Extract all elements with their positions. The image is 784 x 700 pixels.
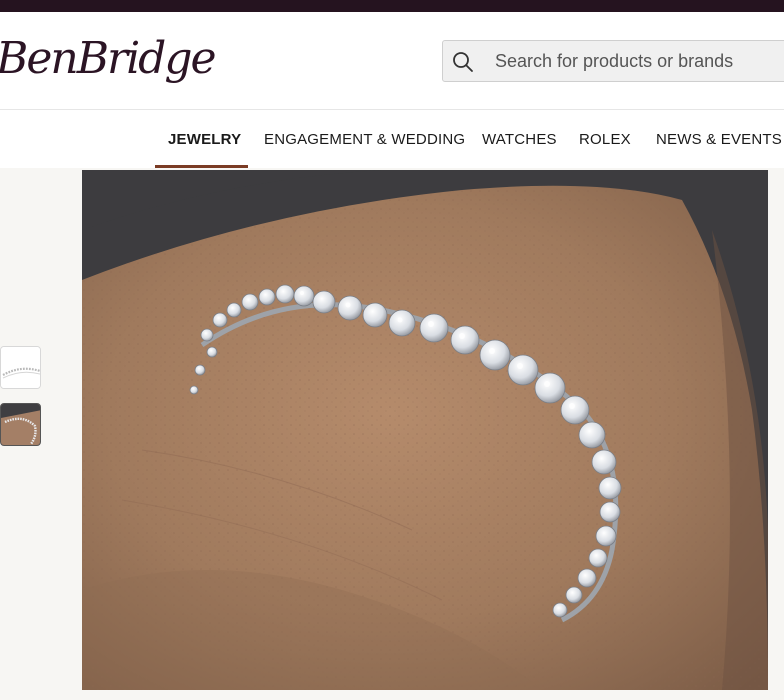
product-main-image[interactable] (82, 170, 768, 690)
search-icon[interactable] (451, 50, 475, 74)
bracelet-flat-thumbnail-icon (1, 347, 40, 388)
product-gallery (0, 168, 784, 700)
diamond-tennis-bracelet-on-wrist-photo-icon (82, 170, 768, 690)
nav-item-news-events[interactable]: NEWS & EVENTS (656, 111, 782, 168)
brand-logo[interactable]: BenBridge (0, 34, 217, 84)
bracelet-on-wrist-thumbnail-icon (1, 404, 40, 445)
nav-item-watches[interactable]: WATCHES (482, 111, 557, 168)
nav-item-rolex[interactable]: ROLEX (579, 111, 631, 168)
main-navigation: JEWELRY ENGAGEMENT & WEDDING WATCHES ROL… (0, 111, 784, 168)
thumbnail-bracelet-on-wrist[interactable] (0, 403, 41, 446)
right-margin (768, 168, 784, 700)
nav-item-engagement-wedding[interactable]: ENGAGEMENT & WEDDING (264, 111, 465, 168)
nav-item-jewelry[interactable]: JEWELRY (168, 111, 241, 168)
search-bar[interactable] (442, 40, 784, 82)
site-header: BenBridge (0, 12, 784, 110)
thumbnail-bracelet-flat[interactable] (0, 346, 41, 389)
top-utility-bar (0, 0, 784, 12)
search-input[interactable] (495, 41, 784, 81)
